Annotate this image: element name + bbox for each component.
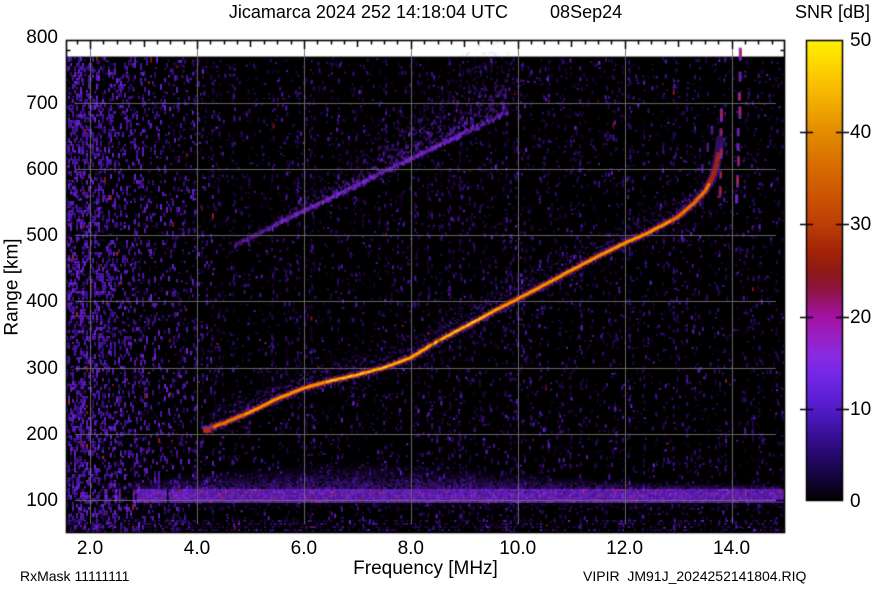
y-tick-label: 400 [26, 291, 58, 313]
x-tick-label: 2.0 [76, 538, 104, 559]
plot-date: 08Sep24 [550, 2, 623, 22]
colorbar-tick-label: 20 [850, 306, 872, 328]
plot-title: Jicamarca 2024 252 14:18:04 UTC [228, 2, 509, 22]
colorbar-tick-label: 50 [850, 30, 872, 51]
x-tick-label: 8.0 [397, 538, 424, 559]
colorbar-title: SNR [dB] [794, 2, 871, 22]
y-tick-label: 600 [26, 159, 58, 181]
colorbar-tick-label: 40 [850, 122, 872, 144]
colorbar-tick-label: 10 [850, 398, 872, 420]
ionogram-figure: Jicamarca 2024 252 14:18:04 UTC 08Sep24 S… [0, 0, 874, 595]
y-tick-label: 700 [26, 92, 58, 114]
x-tick-label: 6.0 [290, 538, 318, 559]
colorbar-tick-label: 0 [850, 491, 861, 512]
x-tick-label: 12.0 [606, 538, 644, 559]
x-tick-label: 10.0 [499, 538, 537, 559]
y-tick-label: 800 [26, 26, 58, 48]
y-tick-label: 200 [26, 423, 58, 445]
ionogram-canvas [0, 0, 874, 595]
y-axis-title: Range [km] [1, 238, 23, 336]
y-tick-label: 100 [26, 489, 58, 511]
x-tick-label: 14.0 [713, 538, 751, 559]
y-tick-label: 300 [26, 357, 58, 379]
x-tick-label: 4.0 [183, 538, 211, 559]
file-id-label: VIPIR JM91J_2024252141804.RIQ [583, 568, 807, 584]
rxmask-label: RxMask 11111111 [20, 568, 130, 584]
colorbar-tick-label: 30 [850, 214, 872, 236]
plot-title-row: Jicamarca 2024 252 14:18:04 UTC 08Sep24 [66, 2, 785, 23]
y-tick-label: 500 [26, 225, 58, 247]
